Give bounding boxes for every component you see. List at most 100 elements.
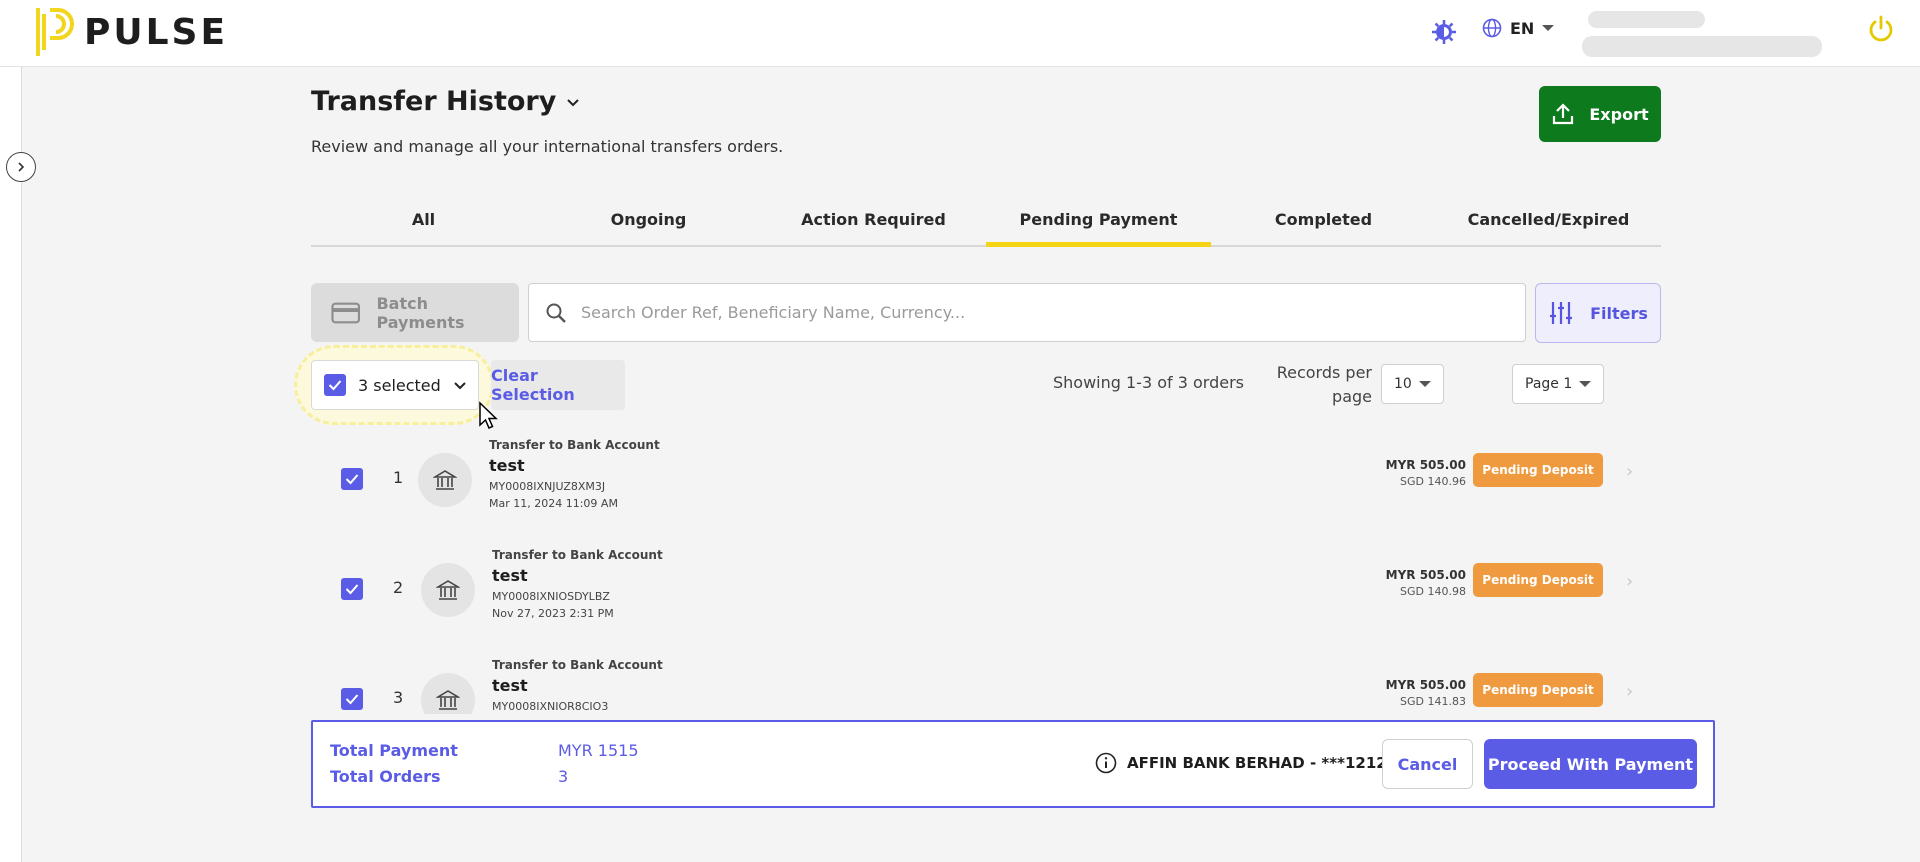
side-rail bbox=[0, 67, 22, 862]
user-email-placeholder bbox=[1582, 36, 1822, 57]
amount-source: MYR 505.00 bbox=[1385, 678, 1466, 692]
order-ref: MY0008IXNIOSDYLBZ bbox=[492, 590, 610, 603]
tab-ongoing[interactable]: Ongoing bbox=[536, 200, 761, 245]
chevron-down-icon bbox=[454, 382, 466, 390]
records-per-page-select[interactable]: 10 bbox=[1381, 364, 1444, 404]
search-icon bbox=[546, 303, 566, 323]
row-number: 3 bbox=[393, 688, 404, 707]
transfer-type: Transfer to Bank Account bbox=[492, 548, 663, 562]
check-icon bbox=[345, 584, 359, 595]
page-title: Transfer History bbox=[311, 86, 557, 117]
check-icon bbox=[345, 474, 359, 485]
chevron-right-icon[interactable]: › bbox=[1626, 461, 1633, 482]
beneficiary-name: test bbox=[492, 676, 528, 695]
status-badge: Pending Deposit bbox=[1473, 453, 1603, 487]
row-number: 2 bbox=[393, 578, 404, 597]
info-icon bbox=[1095, 752, 1117, 774]
order-ref: MY0008IXNIOR8CIO3 bbox=[492, 700, 609, 713]
amount-converted: SGD 140.98 bbox=[1400, 585, 1466, 598]
upload-icon bbox=[1553, 103, 1574, 125]
amount-source: MYR 505.00 bbox=[1385, 568, 1466, 582]
order-row[interactable]: 3 Transfer to Bank Account test MY0008IX… bbox=[311, 658, 1661, 714]
selected-count: 3 selected bbox=[358, 375, 441, 395]
bank-icon bbox=[421, 563, 475, 617]
tab-pending-payment[interactable]: Pending Payment bbox=[986, 200, 1211, 247]
filters-label: Filters bbox=[1590, 303, 1648, 323]
total-orders-value: 3 bbox=[558, 767, 569, 786]
filters-button[interactable]: Filters bbox=[1535, 283, 1661, 343]
row-checkbox[interactable] bbox=[341, 688, 363, 710]
status-badge: Pending Deposit bbox=[1473, 673, 1603, 707]
row-number: 1 bbox=[393, 468, 404, 487]
export-button[interactable]: Export bbox=[1539, 86, 1661, 142]
search-input[interactable] bbox=[581, 303, 1501, 322]
beneficiary-name: test bbox=[492, 566, 528, 585]
expand-sidebar-button[interactable] bbox=[6, 152, 36, 182]
brand-logo[interactable]: PULSE bbox=[34, 6, 228, 58]
select-all-checkbox[interactable] bbox=[324, 374, 346, 396]
user-name-placeholder bbox=[1588, 11, 1705, 28]
payment-account-label: AFFIN BANK BERHAD - ***1212 bbox=[1127, 754, 1387, 772]
tab-cancelled-expired[interactable]: Cancelled/Expired bbox=[1436, 200, 1661, 245]
selection-dropdown[interactable]: 3 selected bbox=[311, 360, 479, 410]
chevron-right-icon[interactable]: › bbox=[1626, 681, 1633, 702]
tab-all[interactable]: All bbox=[311, 200, 536, 245]
transfer-type: Transfer to Bank Account bbox=[489, 438, 660, 452]
page-select-value: Page 1 bbox=[1525, 376, 1573, 392]
search-box bbox=[528, 283, 1526, 342]
tab-action-required[interactable]: Action Required bbox=[761, 200, 986, 245]
order-ref: MY0008IXNJUZ8XM3J bbox=[489, 480, 606, 493]
batch-payments-button[interactable]: Batch Payments bbox=[311, 283, 519, 342]
globe-icon bbox=[1482, 18, 1502, 38]
chevron-down-icon bbox=[1579, 381, 1591, 387]
language-label: EN bbox=[1510, 18, 1535, 38]
cancel-button[interactable]: Cancel bbox=[1382, 739, 1473, 789]
row-checkbox[interactable] bbox=[341, 578, 363, 600]
amount-converted: SGD 140.96 bbox=[1400, 475, 1466, 488]
chevron-right-icon[interactable]: › bbox=[1626, 571, 1633, 592]
clear-selection-button[interactable]: Clear Selection bbox=[491, 360, 625, 410]
amount-source: MYR 505.00 bbox=[1385, 458, 1466, 472]
check-icon bbox=[345, 694, 359, 705]
chevron-down-icon bbox=[1542, 25, 1555, 31]
transfer-type: Transfer to Bank Account bbox=[492, 658, 663, 672]
check-icon bbox=[328, 380, 342, 391]
brand-name: PULSE bbox=[84, 11, 229, 53]
status-tabs: All Ongoing Action Required Pending Paym… bbox=[311, 200, 1661, 247]
theme-toggle-icon[interactable] bbox=[1431, 19, 1457, 45]
total-payment-value: MYR 1515 bbox=[558, 741, 639, 760]
batch-payments-label: Batch Payments bbox=[376, 293, 465, 332]
payment-summary-bar: Total Payment MYR 1515 Total Orders 3 AF… bbox=[311, 720, 1715, 808]
credit-card-icon bbox=[331, 302, 361, 323]
language-selector[interactable]: EN bbox=[1482, 18, 1555, 38]
chevron-right-icon bbox=[18, 162, 25, 172]
page-subtitle: Review and manage all your international… bbox=[311, 137, 784, 156]
pulse-logo-icon bbox=[36, 8, 74, 56]
status-badge: Pending Deposit bbox=[1473, 563, 1603, 597]
chevron-down-icon bbox=[1419, 381, 1431, 387]
tab-completed[interactable]: Completed bbox=[1211, 200, 1436, 245]
amount-converted: SGD 141.83 bbox=[1400, 695, 1466, 708]
proceed-with-payment-button[interactable]: Proceed With Payment bbox=[1484, 739, 1697, 789]
records-per-page-label: Records per page bbox=[1276, 363, 1372, 406]
top-bar: PULSE EN bbox=[0, 0, 1920, 67]
total-payment-label: Total Payment bbox=[330, 741, 458, 760]
row-checkbox[interactable] bbox=[341, 468, 363, 490]
payment-account-select[interactable]: AFFIN BANK BERHAD - ***1212 bbox=[1095, 752, 1409, 774]
sliders-icon bbox=[1550, 302, 1573, 324]
mouse-cursor-icon bbox=[479, 401, 498, 429]
order-date: Nov 27, 2023 2:31 PM bbox=[492, 607, 614, 620]
order-row[interactable]: 2 Transfer to Bank Account test MY0008IX… bbox=[311, 548, 1661, 648]
order-row[interactable]: 1 Transfer to Bank Account test MY0008IX… bbox=[311, 438, 1661, 538]
power-icon[interactable] bbox=[1866, 14, 1896, 44]
order-date: Mar 11, 2024 11:09 AM bbox=[489, 497, 618, 510]
total-orders-label: Total Orders bbox=[330, 767, 441, 786]
page-select[interactable]: Page 1 bbox=[1512, 364, 1604, 404]
results-count: Showing 1-3 of 3 orders bbox=[1053, 373, 1244, 392]
beneficiary-name: test bbox=[489, 456, 525, 475]
export-label: Export bbox=[1589, 104, 1649, 124]
page-title-dropdown[interactable]: Transfer History bbox=[311, 86, 580, 117]
bank-icon bbox=[418, 453, 472, 507]
bank-icon bbox=[421, 673, 475, 714]
records-per-page-value: 10 bbox=[1394, 376, 1412, 392]
